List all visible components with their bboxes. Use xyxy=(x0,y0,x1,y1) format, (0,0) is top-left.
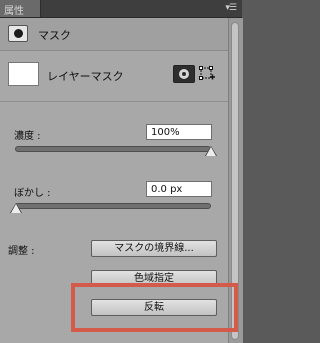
feather-label: ぼかし : xyxy=(14,188,51,199)
tab-properties-label: 属性 xyxy=(4,6,24,17)
feather-slider-track[interactable] xyxy=(15,203,211,209)
panel-header xyxy=(0,18,228,51)
feather-input[interactable]: 0.0 px xyxy=(146,181,212,197)
refine-label: 調整 : xyxy=(8,246,35,257)
feather-slider-thumb[interactable] xyxy=(11,204,21,213)
mask-edge-button[interactable]: マスクの境界線... xyxy=(91,240,217,257)
density-input[interactable]: 100% xyxy=(146,124,212,140)
layer-mask-icon xyxy=(8,25,28,42)
mask-thumbnail xyxy=(8,62,39,86)
density-label: 濃度 : xyxy=(14,131,41,142)
pixel-mask-icon[interactable] xyxy=(173,65,195,83)
density-slider-thumb[interactable] xyxy=(206,147,216,156)
panel-menu-icon[interactable]: ▾☰ xyxy=(225,3,237,13)
highlight-box xyxy=(71,283,238,332)
density-slider-track[interactable] xyxy=(15,146,211,152)
panel-title: マスク xyxy=(38,29,71,42)
divider xyxy=(0,101,228,102)
layer-mask-label: レイヤーマスク xyxy=(47,70,124,83)
vector-mask-add-icon[interactable] xyxy=(199,66,215,82)
